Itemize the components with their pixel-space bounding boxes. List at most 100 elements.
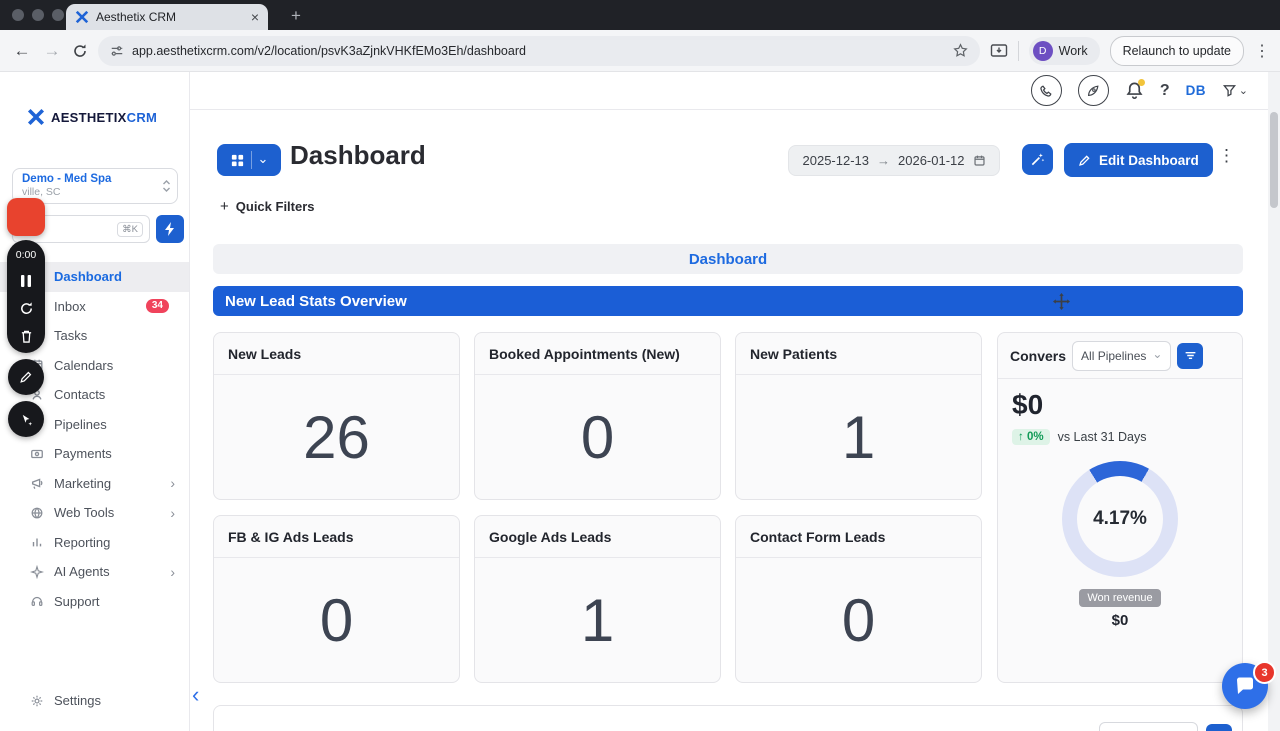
inbox-badge: 34: [145, 299, 169, 314]
sidebar-item-web-tools[interactable]: Web Tools ›: [0, 498, 189, 528]
app-top-bar: ? DB ⌄: [190, 72, 1268, 110]
dashboard-menu-icon[interactable]: ⋮: [1218, 146, 1235, 166]
chevron-right-icon: ›: [170, 563, 175, 580]
help-button[interactable]: ?: [1160, 82, 1170, 100]
relaunch-to-update-button[interactable]: Relaunch to update: [1109, 35, 1244, 66]
notification-dot: [1137, 79, 1145, 86]
reload-icon[interactable]: [72, 43, 88, 59]
scrollbar-thumb[interactable]: [1270, 112, 1278, 208]
sidebar-item-payments[interactable]: Payments: [0, 439, 189, 469]
stat-cards-grid: New Leads 26 Booked Appointments (New) 0…: [213, 332, 983, 683]
notifications-button[interactable]: [1125, 79, 1145, 100]
window-close-button[interactable]: [12, 9, 24, 21]
filter-dropdown-button[interactable]: ⌄: [1222, 83, 1248, 98]
sidebar-item-reporting[interactable]: Reporting: [0, 528, 189, 558]
close-tab-icon[interactable]: ×: [251, 10, 259, 24]
pause-icon[interactable]: [20, 274, 32, 288]
lead-stats-section-header[interactable]: New Lead Stats Overview: [213, 286, 1243, 316]
draw-button[interactable]: [8, 359, 44, 395]
headset-icon: [31, 597, 43, 607]
card-value: 1: [841, 403, 876, 471]
browser-profile-chip[interactable]: D Work: [1028, 36, 1100, 65]
dashboard-section-header: Dashboard: [213, 244, 1243, 274]
restart-icon[interactable]: [19, 301, 34, 316]
won-revenue-value: $0: [1111, 612, 1129, 629]
browser-toolbar: ← → app.aesthetixcrm.com/v2/location/psv…: [0, 30, 1280, 72]
payments-icon: [31, 449, 43, 458]
stop-recording-button[interactable]: [7, 198, 45, 236]
lightning-icon: [165, 222, 174, 236]
sliders-icon: [1185, 351, 1196, 360]
screen-recorder-toolbar: 0:00: [7, 198, 45, 437]
megaphone-icon: [31, 478, 43, 490]
new-tab-button[interactable]: +: [284, 5, 308, 27]
address-bar[interactable]: app.aesthetixcrm.com/v2/location/psvK3aZ…: [98, 35, 980, 66]
cursor-spark-icon: [22, 414, 32, 426]
sparkle-icon: [30, 564, 44, 579]
conversion-gauge: 4.17%: [1062, 461, 1178, 577]
recording-timer: 0:00: [15, 249, 37, 261]
quick-action-button[interactable]: [156, 215, 184, 243]
pencil-icon: [1079, 154, 1090, 166]
effects-button[interactable]: [8, 401, 44, 437]
forward-icon[interactable]: →: [42, 41, 62, 61]
chevron-down-icon: ⌄: [1238, 85, 1248, 97]
calendar-icon: [973, 155, 985, 166]
won-revenue-label: Won revenue: [1079, 589, 1161, 607]
stat-card-new-leads: New Leads 26: [213, 332, 460, 500]
main-content: ⌄ Dashboard 2025-12-13 → 2026-01-12 Edit…: [190, 110, 1268, 731]
delta-badge: ↑ 0%: [1012, 429, 1050, 445]
sidebar-item-settings[interactable]: Settings: [0, 686, 189, 715]
collapse-sidebar-icon[interactable]: ‹: [192, 684, 199, 706]
move-cursor-icon: [1053, 293, 1070, 310]
chevron-right-icon: ›: [170, 475, 175, 492]
user-avatar[interactable]: DB: [1186, 83, 1206, 98]
chart-settings-button[interactable]: [1206, 724, 1232, 731]
window-zoom-button[interactable]: [52, 9, 64, 21]
funnel-icon: [1222, 85, 1236, 97]
ai-assist-button[interactable]: [1022, 144, 1053, 175]
site-settings-icon[interactable]: [110, 44, 124, 58]
location-name: Demo - Med Spa: [22, 173, 112, 185]
pipeline-select[interactable]: All Pipelines ⌄: [1098, 722, 1198, 731]
card-title: Google Ads Leads: [475, 516, 720, 558]
pipeline-select[interactable]: All Pipelines ⌄: [1072, 340, 1172, 371]
conversion-card: Convers All Pipelines ⌄ $0 ↑ 0% vs Last …: [997, 332, 1243, 683]
toolbar-divider: [1017, 40, 1019, 61]
bar-chart-icon: [32, 538, 42, 547]
date-start: 2025-12-13: [802, 153, 870, 168]
conversion-card-header: Convers All Pipelines ⌄: [998, 333, 1242, 379]
quick-filters-button[interactable]: + Quick Filters: [220, 198, 315, 215]
bookmark-star-icon[interactable]: [953, 43, 968, 58]
aesthetix-logo-icon: [27, 108, 45, 126]
dashboard-switcher-button[interactable]: ⌄: [217, 144, 281, 176]
card-value: 0: [319, 586, 354, 654]
back-icon[interactable]: ←: [12, 41, 32, 61]
edit-dashboard-button[interactable]: Edit Dashboard: [1064, 143, 1213, 177]
phone-button[interactable]: [1030, 75, 1062, 106]
sidebar-item-marketing[interactable]: Marketing ›: [0, 469, 189, 499]
chart-settings-button[interactable]: [1177, 342, 1204, 369]
trash-icon[interactable]: [20, 329, 33, 344]
install-app-icon[interactable]: [990, 43, 1008, 59]
magic-wand-icon: [1031, 153, 1045, 166]
delta-caption: vs Last 31 Days: [1057, 430, 1147, 444]
url-text: app.aesthetixcrm.com/v2/location/psvK3aZ…: [132, 43, 526, 58]
launch-button[interactable]: [1077, 75, 1109, 106]
card-title: New Leads: [214, 333, 459, 375]
location-subtext: ville, SC: [22, 186, 61, 198]
window-minimize-button[interactable]: [32, 9, 44, 21]
card-value: 0: [841, 586, 876, 654]
browser-tab[interactable]: Aesthetix CRM ×: [66, 4, 268, 30]
browser-menu-icon[interactable]: ⋮: [1254, 41, 1270, 61]
lead-source-title: Lead Source Report: [228, 718, 1091, 731]
browser-tab-strip: Aesthetix CRM × +: [0, 0, 1280, 30]
date-range-picker[interactable]: 2025-12-13 → 2026-01-12: [788, 145, 1000, 176]
sidebar-item-ai-agents[interactable]: AI Agents ›: [0, 557, 189, 587]
stat-card-google-ads-leads: Google Ads Leads 1: [474, 515, 721, 683]
sidebar-item-support[interactable]: Support: [0, 587, 189, 617]
profile-avatar: D: [1032, 40, 1053, 61]
aesthetix-logo: AESTHETIXCRM: [27, 108, 157, 126]
card-title: FB & IG Ads Leads: [214, 516, 459, 558]
lead-source-header: Lead Source Report All Pipelines ⌄: [214, 706, 1242, 731]
